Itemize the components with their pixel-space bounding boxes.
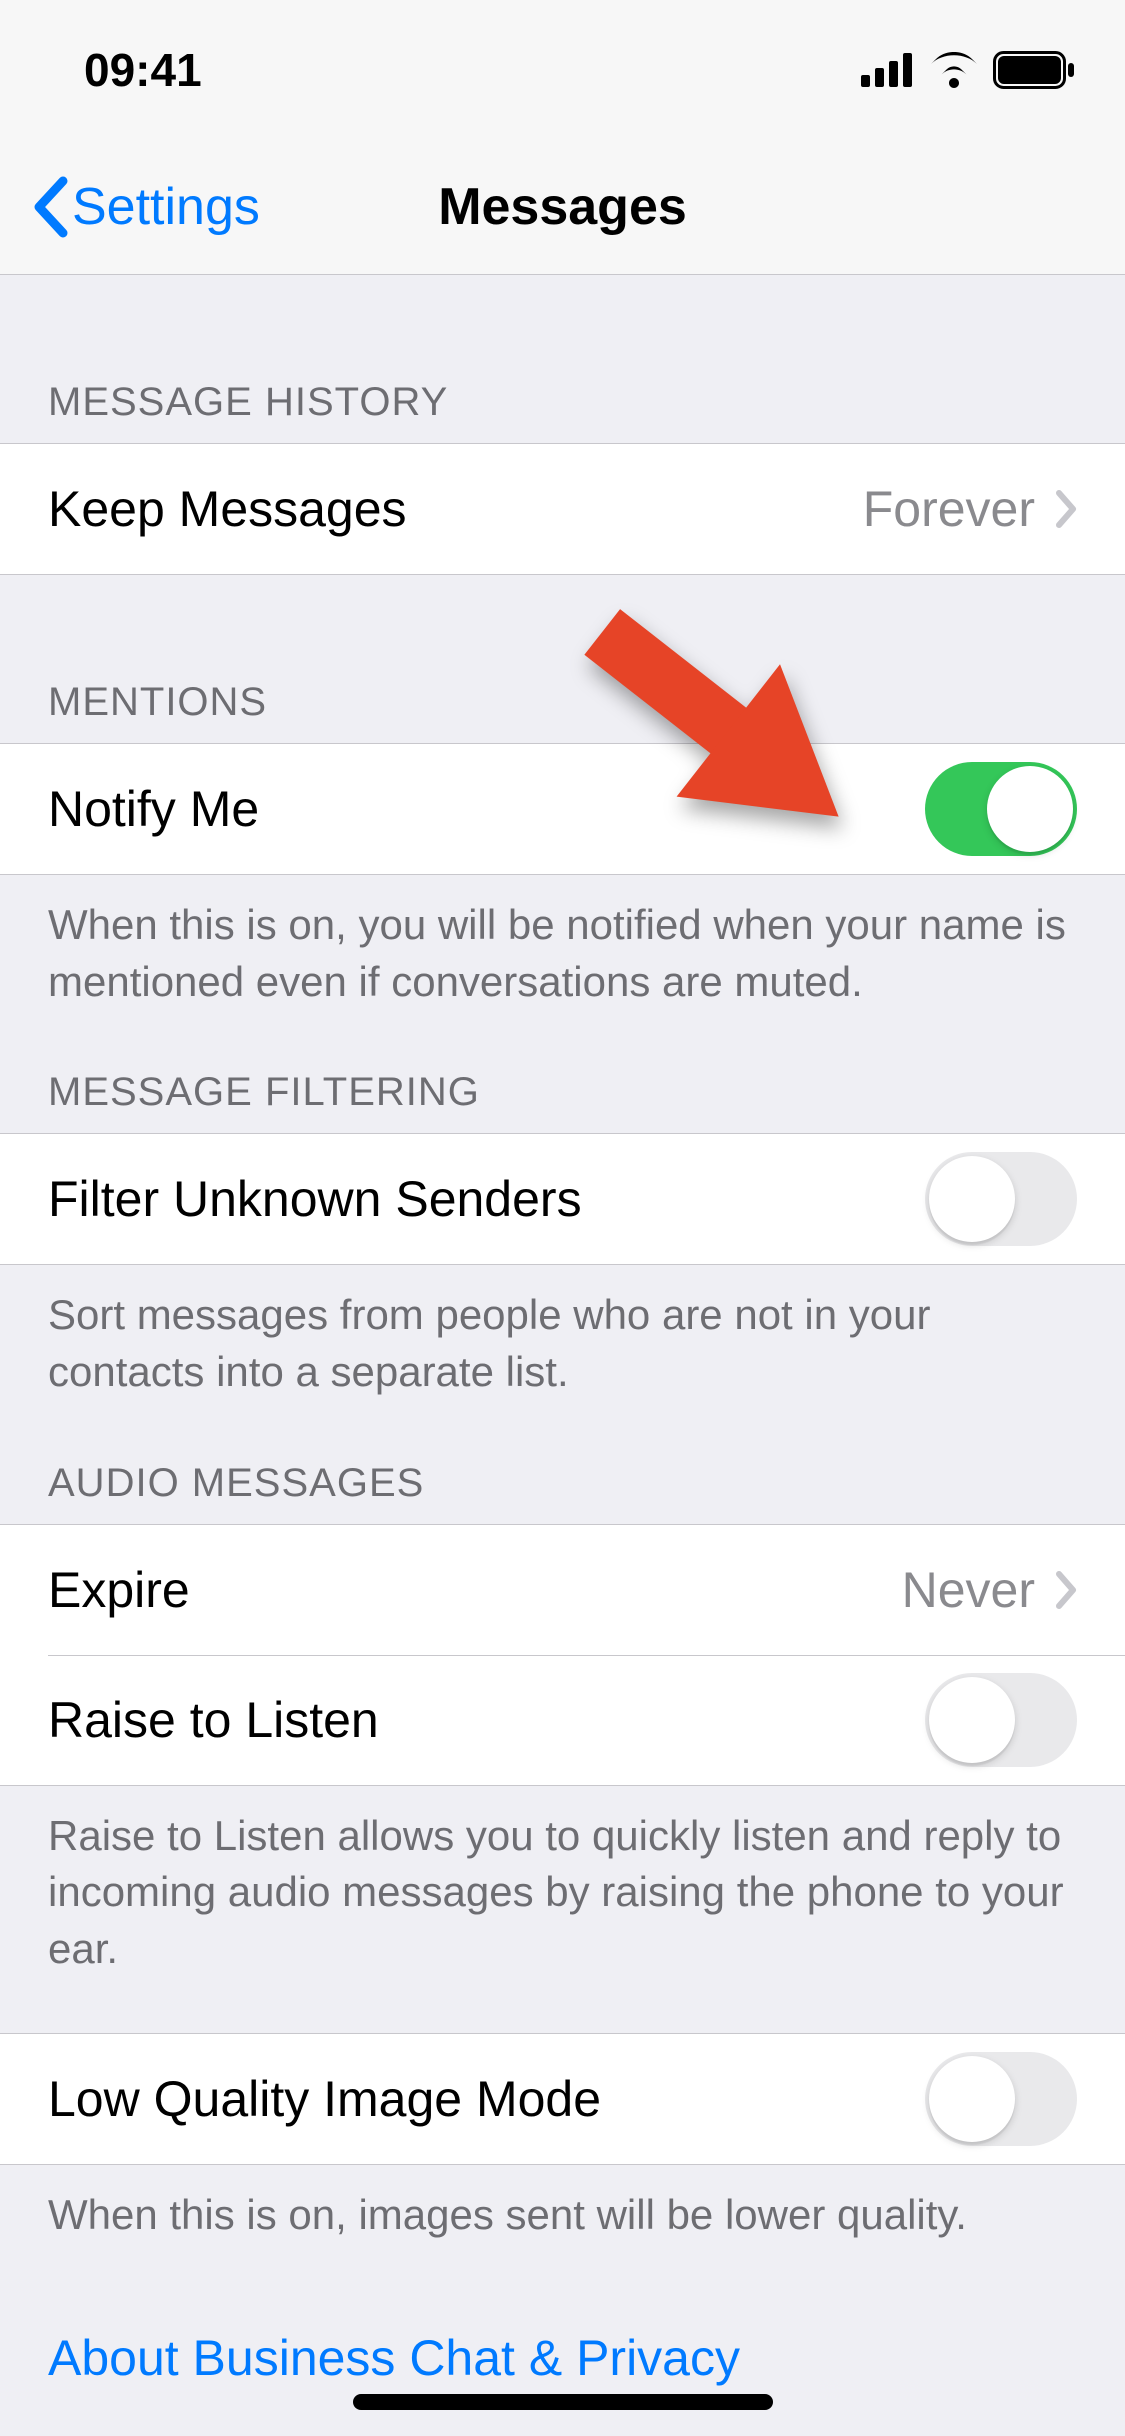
back-label: Settings <box>72 177 260 237</box>
row-label: Filter Unknown Senders <box>48 1170 582 1228</box>
section-header-message-filtering: MESSAGE FILTERING <box>0 1010 1125 1133</box>
chevron-right-icon <box>1055 1570 1077 1610</box>
group-message-history: Keep Messages Forever <box>0 443 1125 575</box>
row-expire[interactable]: Expire Never <box>0 1525 1125 1655</box>
chevron-left-icon <box>30 175 68 239</box>
battery-icon <box>993 51 1075 89</box>
row-label: Low Quality Image Mode <box>48 2070 601 2128</box>
row-keep-messages[interactable]: Keep Messages Forever <box>0 444 1125 574</box>
about-business-chat-link[interactable]: About Business Chat & Privacy <box>0 2244 1125 2387</box>
cellular-signal-icon <box>861 53 915 87</box>
section-header-message-history: MESSAGE HISTORY <box>0 275 1125 443</box>
row-value: Forever <box>863 480 1077 538</box>
section-footer-audio-messages: Raise to Listen allows you to quickly li… <box>0 1786 1125 1978</box>
row-label: Expire <box>48 1561 190 1619</box>
group-mentions: Notify Me <box>0 743 1125 875</box>
group-audio-messages: Expire Never Raise to Listen <box>0 1524 1125 1786</box>
chevron-right-icon <box>1055 489 1077 529</box>
keep-messages-value: Forever <box>863 480 1035 538</box>
back-button[interactable]: Settings <box>30 175 260 239</box>
toggle-notify-me[interactable] <box>925 762 1077 856</box>
toggle-filter-unknown-senders[interactable] <box>925 1152 1077 1246</box>
status-indicators <box>861 51 1075 89</box>
expire-value: Never <box>902 1561 1035 1619</box>
section-header-mentions: MENTIONS <box>0 575 1125 743</box>
section-footer-mentions: When this is on, you will be notified wh… <box>0 875 1125 1010</box>
status-bar: 09:41 <box>0 0 1125 140</box>
wifi-icon <box>929 52 979 88</box>
section-header-audio-messages: AUDIO MESSAGES <box>0 1401 1125 1524</box>
section-footer-message-filtering: Sort messages from people who are not in… <box>0 1265 1125 1400</box>
row-raise-to-listen: Raise to Listen <box>0 1655 1125 1785</box>
status-time: 09:41 <box>84 43 202 97</box>
row-label: Notify Me <box>48 780 259 838</box>
section-footer-low-quality: When this is on, images sent will be low… <box>0 2165 1125 2244</box>
row-filter-unknown-senders: Filter Unknown Senders <box>0 1134 1125 1264</box>
row-value: Never <box>902 1561 1077 1619</box>
row-notify-me: Notify Me <box>0 744 1125 874</box>
toggle-raise-to-listen[interactable] <box>925 1673 1077 1767</box>
home-indicator[interactable] <box>353 2394 773 2410</box>
row-label: Raise to Listen <box>48 1691 379 1749</box>
nav-bar: Settings Messages <box>0 140 1125 275</box>
group-low-quality: Low Quality Image Mode <box>0 2033 1125 2165</box>
row-label: Keep Messages <box>48 480 407 538</box>
toggle-low-quality-image-mode[interactable] <box>925 2052 1077 2146</box>
group-message-filtering: Filter Unknown Senders <box>0 1133 1125 1265</box>
row-low-quality-image-mode: Low Quality Image Mode <box>0 2034 1125 2164</box>
